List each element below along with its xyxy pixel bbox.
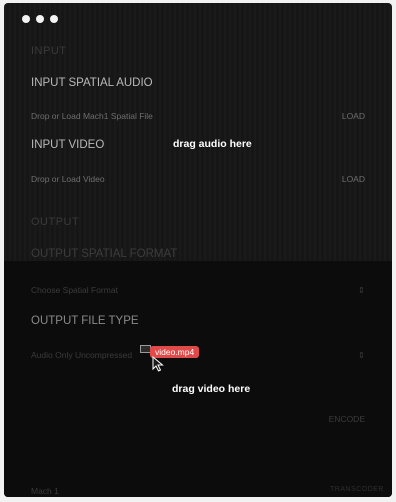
- encode-label: ENCODE: [328, 414, 365, 424]
- spatial-format-selected: Choose Spatial Format: [31, 285, 118, 295]
- drag-video-hint: drag video here: [172, 383, 251, 395]
- spatial-audio-drop-label: Drop or Load Mach1 Spatial File: [31, 111, 153, 121]
- close-window-button[interactable]: [22, 15, 30, 23]
- video-load-button[interactable]: LOAD: [342, 174, 365, 184]
- app-window: INPUT INPUT SPATIAL AUDIO Drop or Load M…: [4, 3, 392, 497]
- spatial-audio-load-button[interactable]: LOAD: [342, 111, 365, 121]
- input-section-title: INPUT: [31, 45, 67, 57]
- encode-button[interactable]: ENCODE: [305, 408, 365, 430]
- drag-audio-hint: drag audio here: [173, 138, 252, 150]
- output-file-type-heading: OUTPUT FILE TYPE: [31, 315, 139, 327]
- minimize-window-button[interactable]: [36, 15, 44, 23]
- app-name: Mach 1: [31, 486, 59, 496]
- select-arrows-icon: ⇕: [357, 284, 365, 295]
- video-drop-label: Drop or Load Video: [31, 174, 105, 184]
- input-video-heading: INPUT VIDEO: [31, 139, 105, 151]
- spatial-audio-drop-zone[interactable]: Drop or Load Mach1 Spatial File LOAD: [31, 105, 365, 127]
- select-arrows-icon: ⇕: [357, 349, 365, 360]
- input-spatial-audio-heading: INPUT SPATIAL AUDIO: [31, 77, 153, 89]
- cursor-arrow-icon: [152, 356, 164, 372]
- video-drop-zone[interactable]: Drop or Load Video LOAD: [31, 168, 365, 190]
- output-spatial-format-heading: OUTPUT SPATIAL FORMAT: [31, 248, 178, 260]
- spatial-format-select[interactable]: Choose Spatial Format ⇕: [31, 279, 365, 301]
- product-name: TRANSCODER: [329, 486, 384, 493]
- window-controls: [22, 15, 58, 23]
- output-section-title: OUTPUT: [31, 216, 80, 228]
- maximize-window-button[interactable]: [50, 15, 58, 23]
